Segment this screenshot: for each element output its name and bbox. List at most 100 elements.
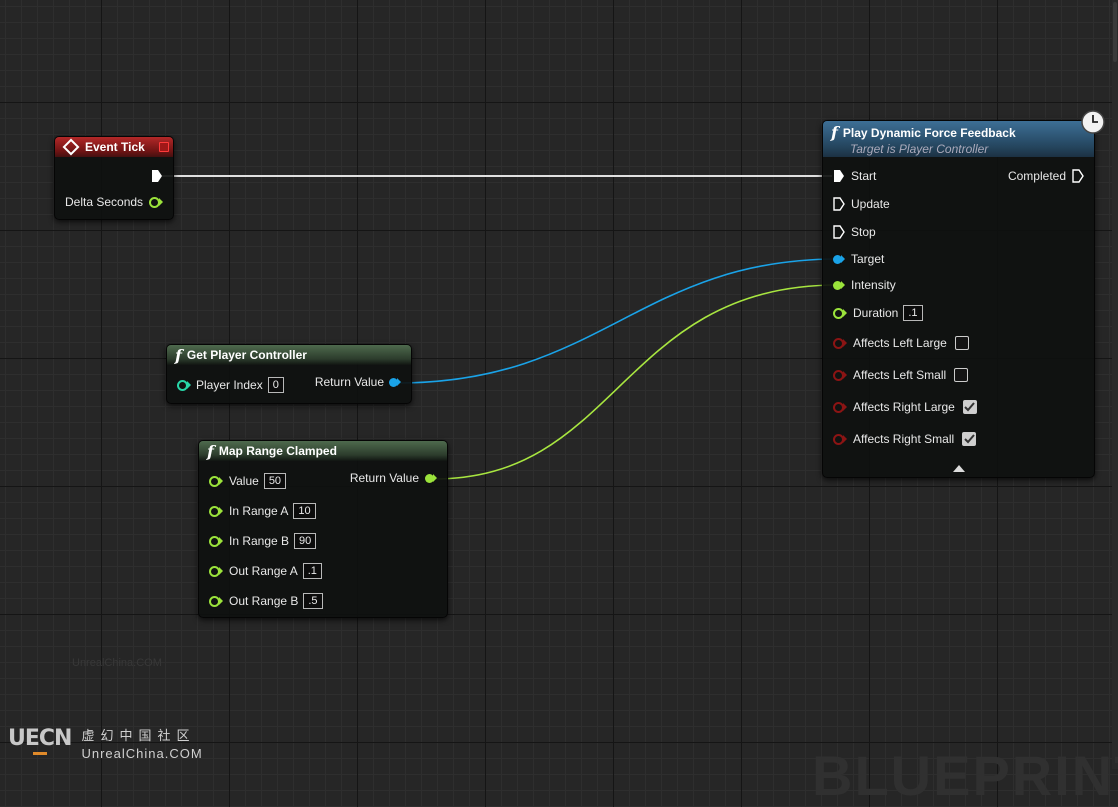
player-index-label: Player Index <box>196 378 263 392</box>
checkmark-icon <box>964 402 976 412</box>
latent-clock-icon <box>1081 110 1105 134</box>
delta-seconds-label: Delta Seconds <box>65 195 144 209</box>
affects-left-large-checkbox[interactable] <box>954 336 969 350</box>
return-value-pin[interactable]: Return Value <box>315 375 401 389</box>
in-range-a-pin[interactable]: In Range A 10 <box>209 503 316 519</box>
pin-arrow-icon <box>843 371 847 379</box>
affects-right-small-label: Affects Right Small <box>853 432 955 446</box>
stop-pin[interactable]: Stop <box>833 225 876 239</box>
map-range-clamped-title: Map Range Clamped <box>218 444 337 458</box>
exec-out-pin[interactable] <box>151 169 163 183</box>
value-pin[interactable]: Value 50 <box>209 473 287 489</box>
affects-left-small-checkbox[interactable] <box>954 368 969 382</box>
collapse-advanced-icon[interactable] <box>952 463 966 473</box>
pin-arrow-icon <box>219 477 223 485</box>
start-label: Start <box>851 169 877 183</box>
player-index-pin[interactable]: Player Index 0 <box>177 377 284 393</box>
update-pin[interactable]: Update <box>833 197 890 211</box>
delta-seconds-pin[interactable]: Delta Seconds <box>65 195 164 209</box>
out-range-a-pin[interactable]: Out Range A .1 <box>209 563 322 579</box>
start-pin[interactable]: Start <box>833 169 876 183</box>
get-player-controller-node[interactable]: f Get Player Controller Player Index 0 R… <box>166 344 412 404</box>
affects-left-large-label: Affects Left Large <box>853 336 947 350</box>
return-value-label: Return Value <box>314 375 384 389</box>
target-wire <box>397 258 839 384</box>
affects-right-large-pin[interactable]: Affects Right Large <box>833 400 977 414</box>
pin-arrow-icon <box>433 474 437 482</box>
function-icon: f <box>831 123 838 142</box>
get-player-controller-header[interactable]: f Get Player Controller <box>167 345 411 365</box>
pin-arrow-icon <box>397 378 401 386</box>
play-dynamic-force-feedback-header[interactable]: f Play Dynamic Force Feedback Target is … <box>823 121 1094 157</box>
event-tick-title: Event Tick <box>85 140 145 154</box>
exec-arrow-outline-icon <box>1072 169 1084 183</box>
checkmark-icon <box>963 434 975 444</box>
pin-arrow-icon <box>219 537 223 545</box>
pin-arrow-icon <box>841 281 845 289</box>
delegate-pin-icon[interactable] <box>159 142 169 152</box>
logo-en-text: UnrealChina.COM <box>81 746 203 761</box>
stop-label: Stop <box>851 225 876 239</box>
intensity-pin[interactable]: Intensity <box>833 278 896 292</box>
exec-arrow-icon <box>834 170 844 182</box>
pin-arrow-icon <box>841 255 845 263</box>
play-dynamic-force-feedback-title: Play Dynamic Force Feedback <box>842 125 1016 140</box>
affects-right-large-checkbox[interactable] <box>962 400 977 414</box>
intensity-wire <box>433 284 839 480</box>
exec-arrow-outline-icon <box>833 197 845 211</box>
out-range-a-label: Out Range A <box>229 564 298 578</box>
logo-mark-text: UECN <box>8 726 72 751</box>
function-icon: f <box>175 345 182 365</box>
affects-right-large-label: Affects Right Large <box>853 400 955 414</box>
in-range-a-label: In Range A <box>229 504 289 518</box>
in-range-b-pin[interactable]: In Range B 90 <box>209 533 317 549</box>
out-range-a-input[interactable]: .1 <box>302 563 322 579</box>
exec-arrow-outline-icon <box>833 225 845 239</box>
value-label: Value <box>229 474 259 488</box>
affects-right-small-pin[interactable]: Affects Right Small <box>833 432 977 446</box>
map-range-clamped-node[interactable]: f Map Range Clamped Value 50 In Range A … <box>198 440 448 618</box>
function-icon: f <box>207 441 214 461</box>
event-icon <box>62 138 80 156</box>
update-label: Update <box>851 197 890 211</box>
event-tick-header[interactable]: Event Tick <box>55 137 173 157</box>
logo-cn-text: 虚幻中国社区 <box>81 728 196 743</box>
pin-arrow-icon <box>219 597 223 605</box>
play-dynamic-force-feedback-node[interactable]: f Play Dynamic Force Feedback Target is … <box>822 110 1105 478</box>
duration-input[interactable]: .1 <box>903 305 923 321</box>
target-label: Target <box>851 252 885 266</box>
duration-label: Duration <box>853 306 899 320</box>
affects-right-small-checkbox[interactable] <box>962 432 977 446</box>
pin-arrow-icon <box>843 435 847 443</box>
return-value-label: Return Value <box>349 471 419 485</box>
uecn-logo-mark: UECN <box>8 726 72 755</box>
in-range-a-input[interactable]: 10 <box>293 503 316 519</box>
event-tick-node[interactable]: Event Tick Delta Seconds <box>54 136 174 220</box>
target-subtitle: Target is Player Controller <box>850 142 989 156</box>
pin-arrow-icon <box>219 507 223 515</box>
completed-label: Completed <box>1007 169 1066 183</box>
value-input[interactable]: 50 <box>263 473 287 489</box>
pin-arrow-icon <box>219 567 223 575</box>
out-range-b-pin[interactable]: Out Range B .5 <box>209 593 323 609</box>
pin-arrow-icon <box>187 381 191 389</box>
affects-left-small-pin[interactable]: Affects Left Small <box>833 368 969 382</box>
get-player-controller-title: Get Player Controller <box>186 348 307 362</box>
in-range-b-label: In Range B <box>229 534 290 548</box>
logo-text: 虚幻中国社区 UnrealChina.COM <box>81 727 202 763</box>
affects-left-small-label: Affects Left Small <box>853 368 947 382</box>
pin-arrow-icon <box>843 403 847 411</box>
map-range-return-value-pin[interactable]: Return Value <box>350 471 437 485</box>
in-range-b-input[interactable]: 90 <box>294 533 317 549</box>
target-pin[interactable]: Target <box>833 252 884 266</box>
completed-pin[interactable]: Completed <box>1008 169 1084 183</box>
pin-arrow-icon <box>843 309 847 317</box>
out-range-b-label: Out Range B <box>229 594 299 608</box>
player-index-input[interactable]: 0 <box>267 377 284 393</box>
map-range-clamped-header[interactable]: f Map Range Clamped <box>199 441 447 461</box>
watermark-text: UnrealChina.COM <box>72 657 162 669</box>
affects-left-large-pin[interactable]: Affects Left Large <box>833 336 969 350</box>
exec-arrow-icon <box>152 170 162 182</box>
out-range-b-input[interactable]: .5 <box>303 593 323 609</box>
duration-pin[interactable]: Duration .1 <box>833 305 923 321</box>
